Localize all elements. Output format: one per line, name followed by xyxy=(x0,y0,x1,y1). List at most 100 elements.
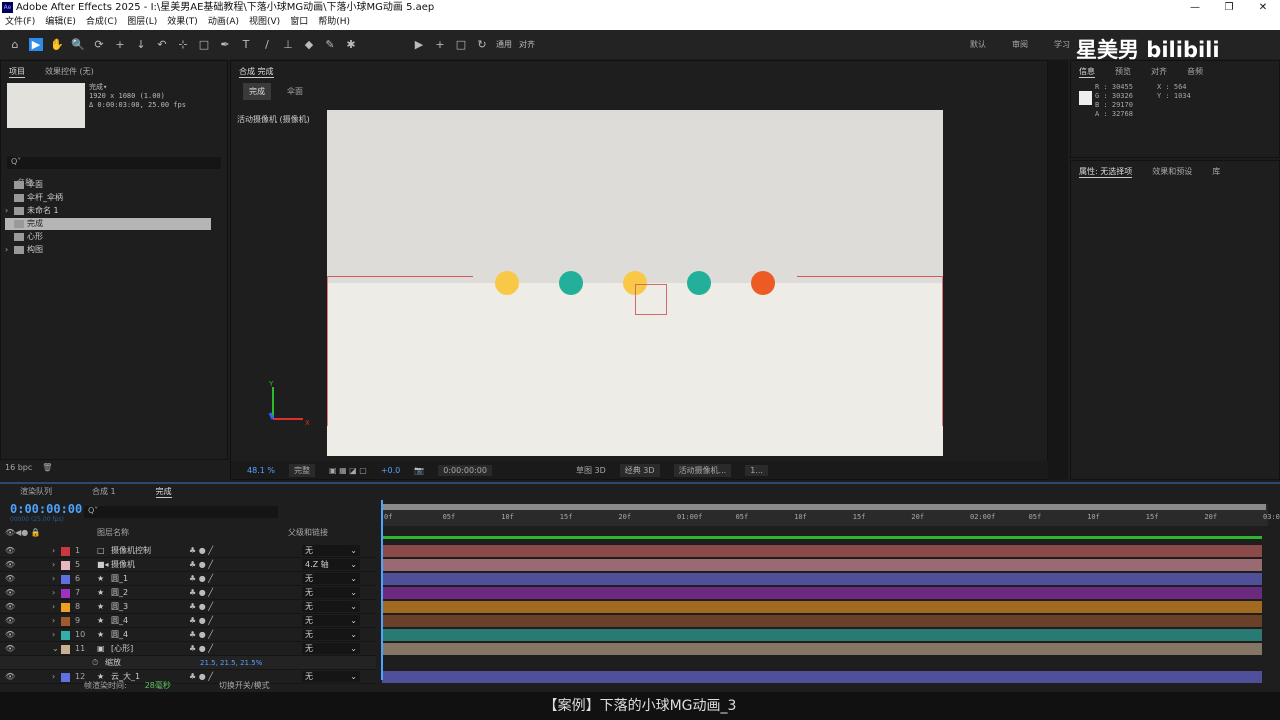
layer-switches[interactable]: ♣ ● ╱ xyxy=(189,544,213,558)
chevron-right-icon[interactable]: › xyxy=(52,628,55,642)
tab-audio[interactable]: 音频 xyxy=(1187,66,1203,78)
align-label[interactable]: 对齐 xyxy=(519,39,535,50)
eye-icon[interactable]: 👁 xyxy=(5,600,15,614)
project-item[interactable]: 完成 xyxy=(5,218,211,230)
workspace-learn[interactable]: 学习 xyxy=(1054,39,1070,50)
parent-select[interactable]: 无 ⌄ xyxy=(302,643,360,654)
tab-render-queue[interactable]: 渲染队列 xyxy=(20,486,52,498)
layer-duration-bar[interactable] xyxy=(382,573,1262,585)
tab-effect-controls[interactable]: 效果控件 (无) xyxy=(45,66,94,78)
puppet-icon[interactable]: ✱ xyxy=(344,38,358,51)
tab-comp-1[interactable]: 合成 1 xyxy=(92,486,116,498)
chevron-right-icon[interactable]: › xyxy=(52,586,55,600)
chevron-down-icon[interactable]: ⌄ xyxy=(52,642,59,656)
eye-icon[interactable]: 👁 xyxy=(5,572,15,586)
label-color[interactable] xyxy=(61,617,70,626)
workspace-review[interactable]: 审阅 xyxy=(1012,39,1028,50)
layer-switches[interactable]: ♣ ● ╱ xyxy=(189,642,213,656)
layer-name[interactable]: 圆_4 xyxy=(111,614,128,628)
label-color[interactable] xyxy=(61,589,70,598)
menu-item[interactable]: 视图(V) xyxy=(249,15,280,30)
hand-icon[interactable]: ✋ xyxy=(50,38,64,51)
layer-row[interactable]: 👁 › 7 ★ 圆_2 ♣ ● ╱ 无 ⌄ xyxy=(0,586,376,600)
eraser-icon[interactable]: ◆ xyxy=(302,38,316,51)
stamp-icon[interactable]: ⊥ xyxy=(281,38,295,51)
col-layer-name[interactable]: 图层名称 xyxy=(97,527,129,539)
col-parent[interactable]: 父级和链接 xyxy=(288,527,328,539)
project-item[interactable]: 心形 xyxy=(5,231,211,243)
anchor-icon[interactable]: ⊹ xyxy=(176,38,190,51)
parent-select[interactable]: 无 ⌄ xyxy=(302,573,360,584)
parent-select[interactable]: 无 ⌄ xyxy=(302,615,360,626)
draft-3d-toggle[interactable]: 草图 3D xyxy=(576,465,606,476)
roto-icon[interactable]: ✎ xyxy=(323,38,337,51)
layer-row[interactable]: 👁 › 8 ★ 圆_3 ♣ ● ╱ 无 ⌄ xyxy=(0,600,376,614)
tab-project[interactable]: 项目 xyxy=(9,66,25,78)
layer-row[interactable]: 👁 › 6 ★ 圆_1 ♣ ● ╱ 无 ⌄ xyxy=(0,572,376,586)
rectangle-icon[interactable]: □ xyxy=(197,38,211,51)
parent-select[interactable]: 4.Z 轴 ⌄ xyxy=(302,559,360,570)
current-time[interactable]: 0:00:00:00 xyxy=(438,464,492,476)
breadcrumb-item[interactable]: 完成 xyxy=(243,83,271,100)
eye-icon[interactable]: 👁 xyxy=(5,642,15,656)
chevron-right-icon[interactable]: › xyxy=(52,558,55,572)
menu-item[interactable]: 图层(L) xyxy=(127,15,157,30)
eye-icon[interactable]: 👁 xyxy=(5,628,15,642)
layer-switches[interactable]: ♣ ● ╱ xyxy=(189,628,213,642)
pen-icon[interactable]: ✒ xyxy=(218,38,232,51)
tab-align[interactable]: 对齐 xyxy=(1151,66,1167,78)
project-item[interactable]: 伞杆_伞柄 xyxy=(5,192,211,204)
project-item[interactable]: › 未命名 1 xyxy=(5,205,211,217)
layer-duration-bar[interactable] xyxy=(382,643,1262,655)
layer-duration-bar[interactable] xyxy=(382,601,1262,613)
resolution-select[interactable]: 完整 xyxy=(288,463,315,477)
project-item[interactable]: › 构图 xyxy=(5,244,211,256)
menu-item[interactable]: 窗口 xyxy=(290,15,308,30)
layer-row[interactable]: 👁 › 9 ★ 圆_4 ♣ ● ╱ 无 ⌄ xyxy=(0,614,376,628)
ball[interactable] xyxy=(495,271,519,295)
layer-duration-bar[interactable] xyxy=(382,559,1262,571)
layer-duration-bar[interactable] xyxy=(382,671,1262,683)
parent-select[interactable]: 无 ⌄ xyxy=(302,545,360,556)
layer-switches[interactable]: ♣ ● ╱ xyxy=(189,600,213,614)
dolly-icon[interactable]: ↓ xyxy=(134,38,148,51)
layer-duration-bar[interactable] xyxy=(382,615,1262,627)
project-item[interactable]: 伞面 xyxy=(5,179,211,191)
exposure-value[interactable]: +0.0 xyxy=(381,466,400,475)
layer-name[interactable]: 圆_4 xyxy=(111,628,128,642)
grid-icon[interactable]: ▣ ▦ ◪ ▢ xyxy=(329,466,367,475)
brush-icon[interactable]: / xyxy=(260,38,274,51)
snap-tool-icon[interactable]: □ xyxy=(454,38,468,51)
maximize-button[interactable]: ❐ xyxy=(1212,0,1246,15)
renderer-select[interactable]: 经典 3D xyxy=(619,463,660,477)
menu-item[interactable]: 帮助(H) xyxy=(318,15,350,30)
work-area-bar[interactable] xyxy=(382,504,1266,510)
label-color[interactable] xyxy=(61,631,70,640)
label-color[interactable] xyxy=(61,561,70,570)
snap-tool-icon[interactable]: + xyxy=(433,38,447,51)
layer-row[interactable]: 👁 › 10 ★ 圆_4 ♣ ● ╱ 无 ⌄ xyxy=(0,628,376,642)
layer-bounding-box[interactable] xyxy=(635,284,667,315)
breadcrumb-item[interactable]: 伞面 xyxy=(281,83,309,100)
rotate-icon[interactable]: ↶ xyxy=(155,38,169,51)
layer-duration-bar[interactable] xyxy=(382,587,1262,599)
tab-effects-presets[interactable]: 效果和预设 xyxy=(1152,166,1192,178)
layer-name[interactable]: 圆_1 xyxy=(111,572,128,586)
parent-select[interactable]: 无 ⌄ xyxy=(302,629,360,640)
stopwatch-icon[interactable]: ⏱ xyxy=(92,656,98,670)
label-color[interactable] xyxy=(61,645,70,654)
label-color[interactable] xyxy=(61,547,70,556)
chevron-right-icon[interactable]: › xyxy=(5,244,8,256)
orbit-icon[interactable]: ⟳ xyxy=(92,38,106,51)
timeline-timecode[interactable]: 0:00:00:00 xyxy=(10,502,82,516)
layer-row[interactable]: 👁 › 5 ■◂ 摄像机 ♣ ● ╱ 4.Z 轴 ⌄ xyxy=(0,558,376,572)
tab-done[interactable]: 完成 xyxy=(155,486,172,498)
minimize-button[interactable]: — xyxy=(1178,0,1212,15)
toggle-switches-modes[interactable]: 切换开关/模式 xyxy=(219,680,270,692)
label-color[interactable] xyxy=(61,603,70,612)
eye-icon[interactable]: 👁 xyxy=(5,586,15,600)
menu-item[interactable]: 效果(T) xyxy=(167,15,198,30)
menu-item[interactable]: 合成(C) xyxy=(86,15,117,30)
tab-libraries[interactable]: 库 xyxy=(1212,166,1220,178)
layer-name[interactable]: 摄像机控制 xyxy=(111,544,151,558)
